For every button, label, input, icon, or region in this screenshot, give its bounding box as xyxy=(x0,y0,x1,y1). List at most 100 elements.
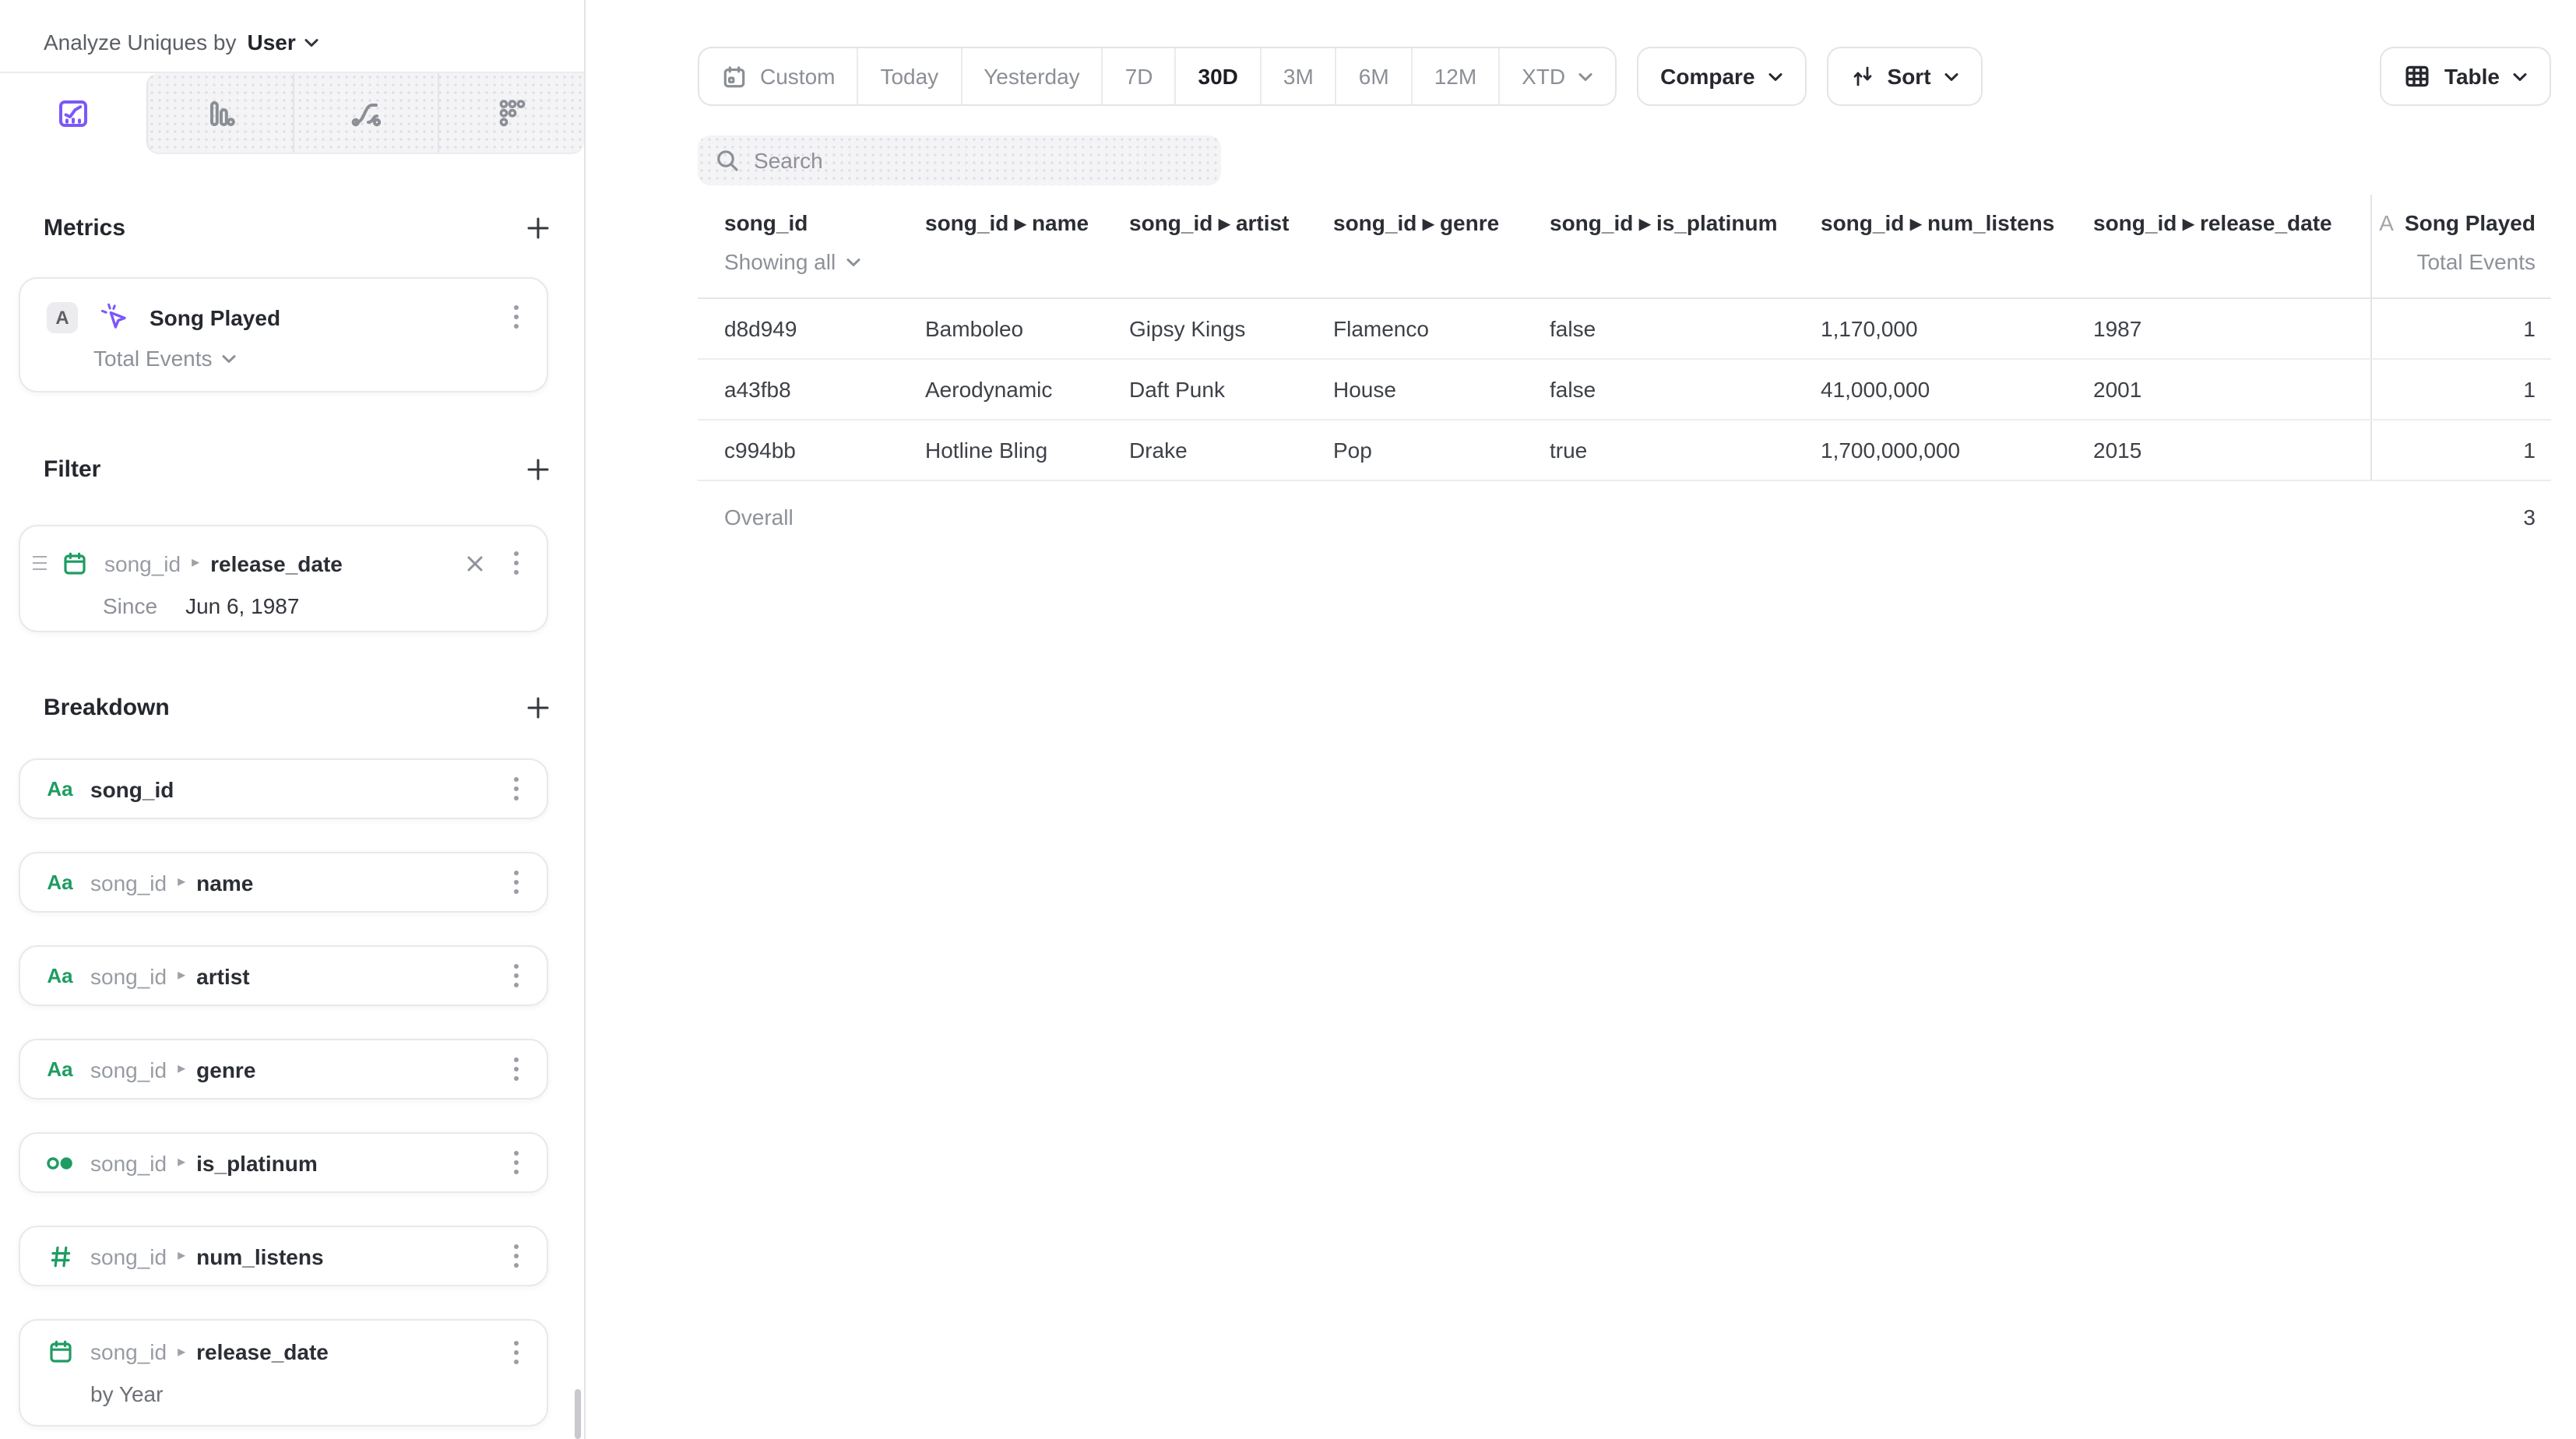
column-header-song-id[interactable]: song_id Showing all xyxy=(698,195,925,297)
cell-metric-value: 1 xyxy=(2370,360,2551,419)
plus-icon xyxy=(526,457,550,480)
filter-kebab-menu[interactable] xyxy=(505,545,528,581)
entity-selector[interactable]: User xyxy=(248,30,319,55)
tab-flows[interactable] xyxy=(292,73,438,153)
text-type-icon: Aa xyxy=(45,871,75,894)
cell-metric-value: 1 xyxy=(2370,420,2551,480)
cell-song-id: a43fb8 xyxy=(698,377,925,402)
column-header-is-platinum[interactable]: song_id ▸ is_platinum xyxy=(1550,195,1821,297)
add-metric-button[interactable] xyxy=(523,213,553,242)
metric-kebab-menu[interactable] xyxy=(505,299,528,335)
entity-selector-value: User xyxy=(248,30,296,55)
plus-icon xyxy=(526,695,550,719)
date-range-6m[interactable]: 6M xyxy=(1336,48,1411,104)
remove-filter-button[interactable] xyxy=(461,549,489,577)
filter-property-crumbs: song_id ▸ release_date xyxy=(104,551,343,575)
tab-line-chart[interactable] xyxy=(0,73,146,154)
chevron-down-icon xyxy=(1944,71,1959,82)
date-property-icon xyxy=(59,549,89,577)
breakdown-card[interactable]: Aa song_id ▸ name xyxy=(19,852,548,913)
crumb-property: is_platinum xyxy=(196,1150,318,1175)
date-range-yesterday[interactable]: Yesterday xyxy=(960,48,1102,104)
column-header-release-date[interactable]: song_id ▸ release_date xyxy=(2093,195,2370,297)
breakdown-kebab-menu[interactable] xyxy=(505,1334,528,1370)
breakdown-kebab-menu[interactable] xyxy=(505,1145,528,1180)
breakdown-card[interactable]: song_id ▸ release_date by Year xyxy=(19,1319,548,1427)
date-range-custom[interactable]: Custom xyxy=(699,48,857,104)
table-search[interactable] xyxy=(698,135,1221,185)
filter-section-header: Filter xyxy=(44,453,553,484)
breakdown-kebab-menu[interactable] xyxy=(505,1051,528,1087)
crumb-parent: song_id xyxy=(90,963,167,988)
column-header-name[interactable]: song_id ▸ name xyxy=(925,195,1129,297)
breakdown-card[interactable]: song_id ▸ is_platinum xyxy=(19,1132,548,1193)
breakdown-kebab-menu[interactable] xyxy=(505,864,528,900)
text-type-icon: Aa xyxy=(45,964,75,987)
breakdown-card[interactable]: song_id ▸ num_listens xyxy=(19,1226,548,1286)
filter-card[interactable]: song_id ▸ release_date Since Jun 6, 1987 xyxy=(19,525,548,632)
showing-all-selector[interactable]: Showing all xyxy=(724,249,925,274)
view-type-button[interactable]: Table xyxy=(2381,47,2551,106)
column-header-num-listens[interactable]: song_id ▸ num_listens xyxy=(1821,195,2093,297)
chevron-down-icon xyxy=(1578,71,1593,82)
drag-handle-icon[interactable] xyxy=(33,556,47,571)
breakdown-bucket-selector[interactable]: by Year xyxy=(90,1381,528,1406)
metric-letter-badge: A xyxy=(47,301,78,332)
cell-artist: Drake xyxy=(1129,438,1333,463)
breakdown-card[interactable]: Aa ▸ song_id xyxy=(19,758,548,819)
metric-aggregation: Total Events xyxy=(2416,249,2536,274)
caret-icon: ▸ xyxy=(178,874,185,891)
filter-condition[interactable]: Since Jun 6, 1987 xyxy=(103,593,528,618)
compare-button[interactable]: Compare xyxy=(1637,47,1806,106)
aggregation-label: Total Events xyxy=(93,346,213,371)
report-toolbar: Custom Today Yesterday 7D 30D 3M 6M 12M … xyxy=(698,47,2551,106)
caret-icon: ▸ xyxy=(192,554,199,572)
tab-metrics-grid[interactable] xyxy=(438,73,584,153)
date-range-30d[interactable]: 30D xyxy=(1175,48,1260,104)
crumb-property: release_date xyxy=(210,551,343,575)
column-header-genre[interactable]: song_id ▸ genre xyxy=(1333,195,1550,297)
text-type-icon: Aa xyxy=(45,777,75,800)
column-header-artist[interactable]: song_id ▸ artist xyxy=(1129,195,1333,297)
showing-all-label: Showing all xyxy=(724,249,836,274)
sidebar-scrollbar-thumb[interactable] xyxy=(575,1389,581,1439)
cell-genre: Pop xyxy=(1333,438,1550,463)
breakdown-kebab-menu[interactable] xyxy=(505,771,528,807)
sort-button[interactable]: Sort xyxy=(1827,47,1983,106)
metric-event-name: Song Played xyxy=(150,304,280,329)
cell-song-id: c994bb xyxy=(698,438,925,463)
cell-num-listens: 1,700,000,000 xyxy=(1821,438,2093,463)
column-header-metric[interactable]: A Song Played Total Events xyxy=(2370,195,2551,297)
line-chart-icon xyxy=(56,97,90,131)
sort-label: Sort xyxy=(1888,64,1931,89)
crumb-property: num_listens xyxy=(196,1244,323,1268)
breakdown-kebab-menu[interactable] xyxy=(505,958,528,994)
metric-card[interactable]: A Song Played Total Events xyxy=(19,277,548,392)
metrics-grid-icon xyxy=(494,96,529,130)
date-range-12m[interactable]: 12M xyxy=(1411,48,1498,104)
add-filter-button[interactable] xyxy=(523,454,553,484)
metric-name: Song Played xyxy=(2405,210,2536,235)
cell-release-date: 1987 xyxy=(2093,316,2370,341)
aggregation-selector[interactable]: Total Events xyxy=(93,346,528,371)
crumb-parent: song_id xyxy=(90,1339,167,1364)
breakdown-card[interactable]: Aa song_id ▸ genre xyxy=(19,1039,548,1099)
metrics-section-header: Metrics xyxy=(44,212,553,243)
date-range-xtd[interactable]: XTD xyxy=(1498,48,1615,104)
search-input[interactable] xyxy=(754,148,1204,173)
breakdown-card[interactable]: Aa song_id ▸ artist xyxy=(19,945,548,1006)
date-range-7d[interactable]: 7D xyxy=(1102,48,1175,104)
table-header-row: song_id Showing all song_id ▸ name song_… xyxy=(698,195,2551,299)
close-icon xyxy=(466,554,484,572)
results-table: song_id Showing all song_id ▸ name song_… xyxy=(698,195,2551,551)
calendar-icon xyxy=(721,63,748,90)
add-breakdown-button[interactable] xyxy=(523,692,553,722)
table-row: a43fb8 Aerodynamic Daft Punk House false… xyxy=(698,360,2551,420)
overall-label: Overall xyxy=(698,504,925,529)
date-range-today[interactable]: Today xyxy=(857,48,960,104)
date-range-3m[interactable]: 3M xyxy=(1260,48,1336,104)
chevron-down-icon xyxy=(222,353,238,364)
tab-bar-chart[interactable] xyxy=(148,73,292,153)
date-range-label: 6M xyxy=(1359,64,1389,89)
breakdown-kebab-menu[interactable] xyxy=(505,1238,528,1274)
